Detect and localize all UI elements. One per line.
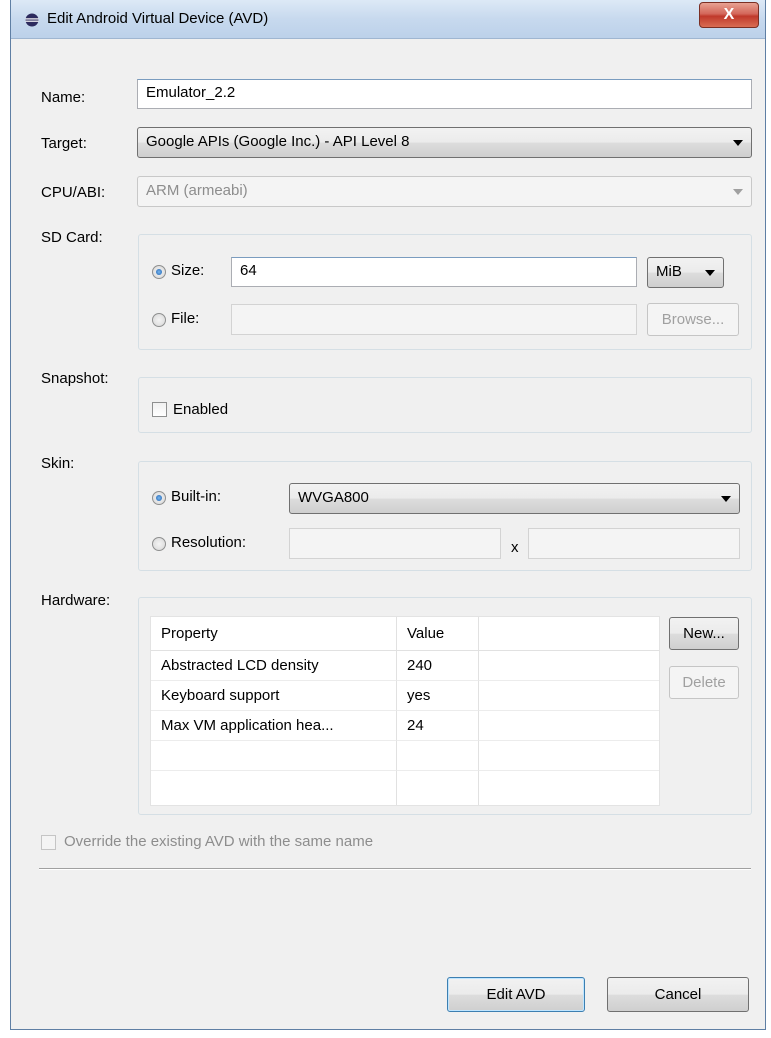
table-row-value[interactable]: 240 [397,651,479,681]
cancel-button[interactable]: Cancel [607,977,749,1012]
table-row-property[interactable]: Abstracted LCD density [151,651,397,681]
skin-resolution-label: Resolution: [171,534,247,551]
sd-size-label: Size: [171,262,205,279]
chevron-down-icon [733,140,743,146]
skin-builtin-radio[interactable] [152,491,166,505]
table-row-value[interactable]: 24 [397,711,479,741]
table-row-value[interactable]: yes [397,681,479,711]
override-label: Override the existing AVD with the same … [64,833,374,850]
edit-avd-button[interactable]: Edit AVD [447,977,585,1012]
column-header-filler [479,617,659,651]
table-row-empty [397,771,479,805]
browse-button: Browse... [647,303,739,336]
table-row-filler [479,711,659,741]
table-row-property[interactable]: Keyboard support [151,681,397,711]
chevron-down-icon [721,496,731,502]
sd-size-radio[interactable] [152,265,166,279]
window-title: Edit Android Virtual Device (AVD) [47,10,269,27]
snapshot-enabled-checkbox[interactable] [152,402,167,417]
cpu-abi-value: ARM (armeabi) [146,182,248,199]
table-row-empty [151,741,397,771]
snapshot-group [138,377,752,433]
sd-card-label: SD Card: [41,229,103,246]
table-row-filler [479,681,659,711]
column-header-property[interactable]: Property [151,617,397,651]
table-row-empty [479,741,659,771]
avd-dialog: Edit Android Virtual Device (AVD) X Name… [10,0,766,1030]
close-icon: X [723,6,735,23]
table-row-empty [151,771,397,805]
target-label: Target: [41,135,87,152]
close-button[interactable]: X [699,2,759,28]
snapshot-label: Snapshot: [41,370,109,387]
skin-label: Skin: [41,455,75,472]
hardware-table[interactable]: Property Value Abstracted LCD density 24… [150,616,660,806]
cpu-abi-select: ARM (armeabi) [137,176,752,207]
sd-unit-value: MiB [656,263,682,280]
delete-property-button: Delete [669,666,739,699]
table-row-empty [397,741,479,771]
name-label: Name: [41,89,86,106]
name-input[interactable]: Emulator_2.2 [137,79,752,109]
snapshot-enabled-label: Enabled [173,401,229,418]
column-header-value[interactable]: Value [397,617,479,651]
sd-unit-select[interactable]: MiB [647,257,724,288]
resolution-x-label: x [511,539,519,556]
title-bar[interactable]: Edit Android Virtual Device (AVD) X [11,0,765,39]
sd-file-input [231,304,637,335]
new-property-button[interactable]: New... [669,617,739,650]
eclipse-icon [25,13,39,27]
hardware-label: Hardware: [41,592,111,609]
skin-builtin-value: WVGA800 [298,489,369,506]
table-row-filler [479,651,659,681]
resolution-height-input [528,528,740,559]
sd-file-label: File: [171,310,200,327]
skin-builtin-select[interactable]: WVGA800 [289,483,740,514]
skin-resolution-radio[interactable] [152,537,166,551]
resolution-width-input [289,528,501,559]
override-checkbox [41,835,56,850]
target-select[interactable]: Google APIs (Google Inc.) - API Level 8 [137,127,752,158]
table-row-empty [479,771,659,805]
target-value: Google APIs (Google Inc.) - API Level 8 [146,133,410,150]
cpu-abi-label: CPU/ABI: [41,184,106,201]
chevron-down-icon [705,270,715,276]
chevron-down-icon [733,189,743,195]
sd-file-radio[interactable] [152,313,166,327]
separator [39,868,751,870]
table-row-property[interactable]: Max VM application hea... [151,711,397,741]
sd-size-input[interactable]: 64 [231,257,637,287]
skin-builtin-label: Built-in: [171,488,222,505]
